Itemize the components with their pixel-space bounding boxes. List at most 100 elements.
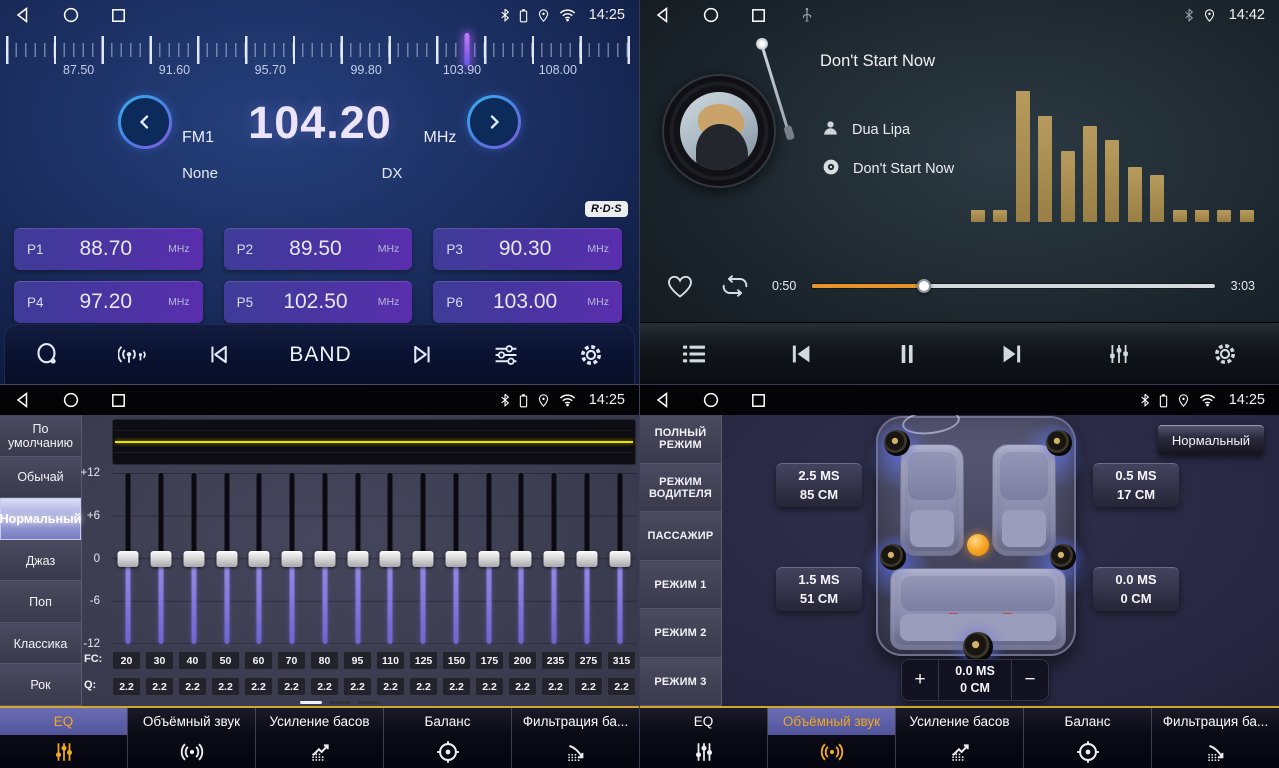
tab-balance[interactable]: Баланс [1024, 708, 1152, 768]
slider-knob[interactable] [314, 551, 335, 567]
radio-preset[interactable]: P1 88.70 MHz [14, 228, 203, 270]
front-left-speaker-icon[interactable] [884, 430, 910, 456]
repeat-icon[interactable] [720, 274, 750, 298]
slider-knob[interactable] [544, 551, 565, 567]
radio-preset[interactable]: P5 102.50 MHz [224, 281, 413, 323]
tab-surround[interactable]: Объёмный звук [128, 708, 256, 768]
slider-knob[interactable] [576, 551, 597, 567]
progress-bar[interactable] [812, 284, 1214, 288]
slider-knob[interactable] [249, 551, 270, 567]
slider-knob[interactable] [511, 551, 532, 567]
previous-track-icon[interactable] [788, 343, 814, 365]
eq-preset-item[interactable]: По умолчанию [0, 415, 81, 457]
eq-band-slider[interactable] [407, 473, 440, 644]
radio-preset[interactable]: P4 97.20 MHz [14, 281, 203, 323]
eq-band-slider[interactable] [276, 473, 309, 644]
tab-bass-boost[interactable]: Усиление басов [256, 708, 384, 768]
eq-band-slider[interactable] [571, 473, 604, 644]
eq-preset-item[interactable]: Нормальный [0, 498, 81, 540]
recents-icon[interactable] [750, 392, 767, 409]
subwoofer-icon[interactable] [963, 632, 993, 662]
increase-delay-button[interactable]: + [902, 660, 939, 700]
favorite-heart-icon[interactable] [666, 273, 694, 299]
dx-mode[interactable]: DX [362, 165, 422, 182]
sound-preset-button[interactable]: Нормальный [1158, 425, 1264, 455]
band-button[interactable]: BAND [289, 343, 351, 367]
tab-surround[interactable]: Объёмный звук [768, 708, 896, 768]
slider-knob[interactable] [609, 551, 630, 567]
decrease-delay-button[interactable]: − [1011, 660, 1048, 700]
radio-preset[interactable]: P3 90.30 MHz [433, 228, 622, 270]
eq-preset-item[interactable]: Рок [0, 664, 81, 706]
eq-preset-item[interactable]: Классика [0, 623, 81, 665]
eq-preset-item[interactable]: Поп [0, 581, 81, 623]
tune-up-button[interactable] [467, 95, 521, 149]
next-track-icon[interactable] [999, 343, 1025, 365]
eq-band-slider[interactable] [309, 473, 342, 644]
home-icon[interactable] [702, 392, 719, 409]
progress-knob[interactable] [917, 279, 931, 293]
eq-preset-item[interactable]: Обычай [0, 457, 81, 499]
back-icon[interactable] [14, 392, 31, 409]
recents-icon[interactable] [110, 392, 127, 409]
radio-preset[interactable]: P2 89.50 MHz [224, 228, 413, 270]
back-icon[interactable] [654, 7, 671, 24]
next-station-icon[interactable] [411, 344, 434, 365]
tab-filter[interactable]: Фильтрация ба... [1152, 708, 1279, 768]
listening-mode-item[interactable]: ПАССАЖИР [640, 512, 721, 561]
eq-band-slider[interactable] [178, 473, 211, 644]
previous-station-icon[interactable] [207, 344, 230, 365]
tab-eq[interactable]: EQ [640, 708, 768, 768]
slider-knob[interactable] [380, 551, 401, 567]
back-icon[interactable] [654, 392, 671, 409]
rear-left-speaker-icon[interactable] [880, 544, 906, 570]
listening-mode-item[interactable]: РЕЖИМ 3 [640, 658, 721, 707]
tab-bass-boost[interactable]: Усиление басов [896, 708, 1024, 768]
eq-band-slider[interactable] [472, 473, 505, 644]
tune-down-button[interactable] [118, 95, 172, 149]
playlist-icon[interactable] [681, 343, 707, 365]
home-icon[interactable] [702, 7, 719, 24]
eq-band-slider[interactable] [505, 473, 538, 644]
front-right-speaker-icon[interactable] [1046, 430, 1072, 456]
home-icon[interactable] [62, 392, 79, 409]
recents-icon[interactable] [110, 7, 127, 24]
broadcast-icon[interactable] [118, 343, 148, 367]
eq-band-slider[interactable] [440, 473, 473, 644]
slider-knob[interactable] [445, 551, 466, 567]
eq-band-slider[interactable] [243, 473, 276, 644]
listening-mode-item[interactable]: РЕЖИМ 2 [640, 609, 721, 658]
eq-band-slider[interactable] [145, 473, 178, 644]
scan-icon[interactable] [35, 343, 59, 367]
recents-icon[interactable] [750, 7, 767, 24]
radio-preset[interactable]: P6 103.00 MHz [433, 281, 622, 323]
settings-gear-icon[interactable] [578, 342, 604, 368]
listening-position-marker[interactable] [967, 534, 989, 556]
home-icon[interactable] [62, 7, 79, 24]
slider-knob[interactable] [118, 551, 139, 567]
slider-knob[interactable] [183, 551, 204, 567]
slider-knob[interactable] [151, 551, 172, 567]
eq-band-slider[interactable] [112, 473, 145, 644]
rear-right-speaker-icon[interactable] [1050, 544, 1076, 570]
settings-gear-icon[interactable] [1212, 341, 1238, 367]
slider-knob[interactable] [478, 551, 499, 567]
tab-balance[interactable]: Баланс [384, 708, 512, 768]
eq-band-slider[interactable] [538, 473, 571, 644]
listening-mode-item[interactable]: РЕЖИМ 1 [640, 561, 721, 610]
eq-band-slider[interactable] [210, 473, 243, 644]
page-indicator[interactable] [300, 701, 380, 704]
eq-band-slider[interactable] [341, 473, 374, 644]
slider-knob[interactable] [413, 551, 434, 567]
tab-filter[interactable]: Фильтрация ба... [512, 708, 639, 768]
eq-band-slider[interactable] [374, 473, 407, 644]
back-icon[interactable] [14, 7, 31, 24]
tab-eq[interactable]: EQ [0, 708, 128, 768]
listening-mode-item[interactable]: РЕЖИМ ВОДИТЕЛЯ [640, 464, 721, 513]
listening-mode-item[interactable]: ПОЛНЫЙ РЕЖИМ [640, 415, 721, 464]
slider-knob[interactable] [216, 551, 237, 567]
slider-knob[interactable] [282, 551, 303, 567]
slider-knob[interactable] [347, 551, 368, 567]
eq-band-slider[interactable] [603, 473, 636, 644]
tuner-settings-icon[interactable] [493, 343, 519, 367]
